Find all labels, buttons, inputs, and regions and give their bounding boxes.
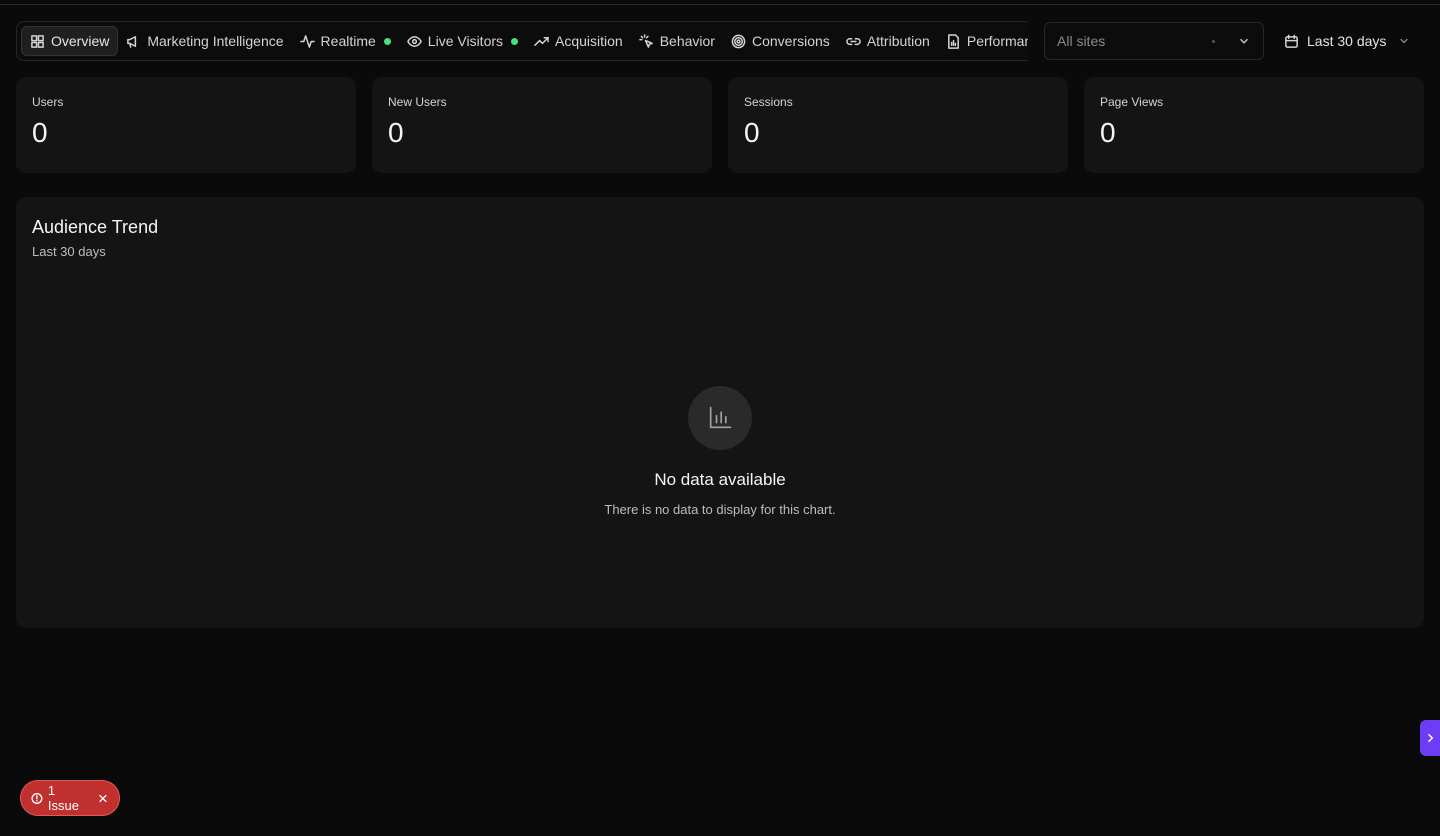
bar-chart-icon: [688, 386, 752, 450]
target-icon: [731, 34, 746, 48]
date-range-label: Last 30 days: [1307, 33, 1387, 49]
live-indicator: [383, 37, 391, 45]
close-icon[interactable]: [97, 792, 109, 805]
stat-card-sessions: Sessions 0: [728, 77, 1068, 173]
tab-label: Live Visitors: [427, 33, 504, 49]
tab-acquisition[interactable]: Acquisition: [526, 26, 631, 56]
megaphone-icon: [127, 35, 137, 48]
stat-label: New Users: [388, 95, 447, 109]
site-select-value: All sites: [1057, 33, 1106, 49]
activity-icon: [299, 34, 315, 48]
alert-circle-icon: [31, 792, 43, 804]
empty-state-title: No data available: [654, 470, 786, 489]
stat-label: Page Views: [1100, 95, 1164, 109]
stat-card-users: Users 0: [16, 77, 356, 173]
tab-live-visitors[interactable]: Live Visitors: [399, 26, 526, 56]
tab-label: Attribution: [866, 33, 930, 49]
issue-badge-label: 1 Issue: [47, 783, 79, 813]
top-divider: [0, 4, 1440, 5]
tab-attribution[interactable]: Attribution: [838, 26, 938, 56]
stat-value: 0: [744, 117, 760, 148]
audience-trend-card: Audience Trend Last 30 days No data avai…: [16, 197, 1424, 628]
tab-performance[interactable]: Performance: [938, 26, 1028, 56]
tab-label: Performance: [966, 33, 1028, 49]
trending-up-icon: [534, 36, 549, 46]
issue-badge[interactable]: 1 Issue: [20, 780, 120, 816]
live-indicator: [511, 37, 519, 45]
grid-icon: [31, 34, 44, 48]
separator-dot: [1212, 39, 1215, 43]
link-icon: [846, 37, 861, 45]
date-range-picker[interactable]: Last 30 days: [1276, 22, 1424, 60]
chart-subtitle: Last 30 days: [32, 244, 106, 259]
tab-label: Realtime: [320, 33, 376, 49]
stat-label: Sessions: [744, 95, 793, 109]
stat-label: Users: [32, 95, 64, 109]
calendar-icon: [1285, 34, 1298, 48]
site-select[interactable]: All sites: [1044, 22, 1264, 60]
chevron-down-icon: [1239, 38, 1249, 44]
tab-conversions[interactable]: Conversions: [723, 26, 838, 56]
tab-behavior[interactable]: Behavior: [631, 26, 723, 56]
pointer-click-icon: [638, 33, 653, 48]
dashboard-tabs: Overview Marketing Intelligence Realtime…: [16, 21, 1028, 61]
stat-value: 0: [1100, 117, 1116, 148]
tab-overview[interactable]: Overview: [21, 26, 119, 56]
stat-card-new-users: New Users 0: [372, 77, 712, 173]
side-panel-toggle[interactable]: [1420, 720, 1440, 756]
stat-card-page-views: Page Views 0: [1084, 77, 1424, 173]
empty-state-message: There is no data to display for this cha…: [604, 502, 836, 517]
chevron-right-icon: [1427, 733, 1434, 743]
eye-icon: [406, 35, 422, 47]
tab-label: Overview: [51, 33, 110, 49]
stat-value: 0: [32, 117, 48, 148]
tab-label: Conversions: [751, 33, 830, 49]
tab-label: Behavior: [659, 33, 715, 49]
tab-marketing-intelligence[interactable]: Marketing Intelligence: [118, 26, 291, 56]
tab-realtime[interactable]: Realtime: [292, 26, 399, 56]
tab-label: Marketing Intelligence: [147, 33, 284, 49]
chevron-down-icon: [1400, 38, 1408, 44]
chart-title: Audience Trend: [32, 217, 159, 237]
tab-label: Acquisition: [555, 33, 623, 49]
stat-value: 0: [388, 117, 404, 148]
file-chart-icon: [947, 33, 959, 49]
